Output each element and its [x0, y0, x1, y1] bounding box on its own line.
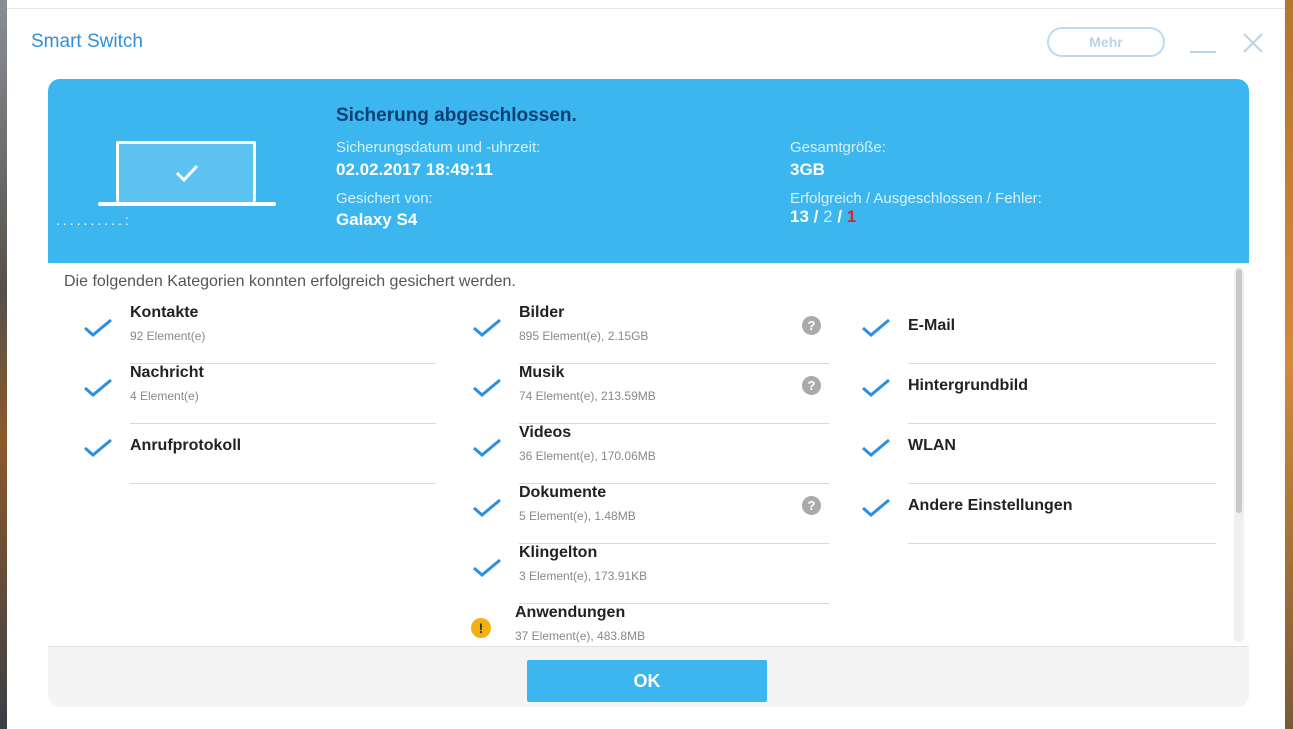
list-item-bilder: Bilder 895 Element(e), 2.15GB ?: [471, 304, 851, 364]
item-name: WLAN: [908, 437, 956, 454]
item-detail: 895 Element(e), 2.15GB: [519, 329, 649, 343]
item-name: Nachricht: [130, 364, 204, 381]
date-label: Sicherungsdatum und -uhrzeit:: [336, 139, 541, 156]
list-item-email: E-Mail: [860, 304, 1220, 364]
progress-dots: ..........:: [56, 212, 132, 228]
check-icon: [473, 378, 501, 397]
list-item-andere-einstellungen: Andere Einstellungen: [860, 484, 1220, 544]
item-detail: 74 Element(e), 213.59MB: [519, 389, 656, 403]
check-icon: [862, 318, 890, 337]
check-icon: [862, 378, 890, 397]
desktop-edge-right: [1285, 0, 1293, 729]
divider: [130, 483, 436, 484]
minimize-button[interactable]: [1187, 31, 1217, 55]
item-name: Hintergrundbild: [908, 377, 1028, 394]
smart-switch-window: Smart Switch Mehr ..........: Sicherung …: [7, 8, 1285, 729]
list-item-videos: Videos 36 Element(e), 170.06MB: [471, 424, 851, 484]
check-icon: [473, 498, 501, 517]
category-list[interactable]: Die folgenden Kategorien konnten erfolgr…: [48, 263, 1249, 646]
device-value: Galaxy S4: [336, 210, 418, 229]
device-label: Gesichert von:: [336, 190, 433, 207]
help-icon[interactable]: ?: [802, 496, 821, 515]
date-value: 02.02.2017 18:49:11: [336, 160, 493, 179]
scrollbar-thumb[interactable]: [1236, 269, 1242, 513]
item-name: E-Mail: [908, 317, 956, 334]
check-icon: [84, 378, 112, 397]
item-name: Musik: [519, 364, 565, 381]
list-item-hintergrundbild: Hintergrundbild: [860, 364, 1220, 424]
laptop-icon: [116, 141, 256, 202]
size-value: 3GB: [790, 160, 825, 179]
list-item-klingelton: Klingelton 3 Element(e), 173.91KB: [471, 544, 851, 604]
dialog-footer: OK: [48, 646, 1249, 707]
item-name: Videos: [519, 424, 572, 441]
size-label: Gesamtgröße:: [790, 139, 886, 156]
close-button[interactable]: [1239, 29, 1267, 57]
list-item-nachricht: Nachricht 4 Element(e): [82, 364, 436, 424]
backup-status: Sicherung abgeschlossen.: [336, 105, 577, 126]
item-name: Klingelton: [519, 544, 598, 561]
divider: [908, 543, 1216, 544]
summary-header: ..........: Sicherung abgeschlossen. Sic…: [48, 79, 1249, 263]
check-icon: [473, 438, 501, 457]
check-icon: [862, 498, 890, 517]
item-detail: 3 Element(e), 173.91KB: [519, 569, 648, 583]
desktop-edge-left: [0, 0, 7, 729]
warning-icon: !: [471, 618, 491, 638]
check-icon: [862, 438, 890, 457]
list-item-kontakte: Kontakte 92 Element(e): [82, 304, 436, 364]
item-name: Bilder: [519, 304, 565, 321]
check-icon: [473, 558, 501, 577]
list-item-anrufprotokoll: Anrufprotokoll: [82, 424, 436, 484]
item-name: Andere Einstellungen: [908, 497, 1073, 514]
item-detail: 92 Element(e): [130, 329, 206, 343]
item-detail: 5 Element(e), 1.48MB: [519, 509, 636, 523]
item-name: Kontakte: [130, 304, 199, 321]
counts-label: Erfolgreich / Ausgeschlossen / Fehler:: [790, 190, 1042, 207]
window-title: Smart Switch: [31, 31, 143, 52]
backup-result-dialog: ..........: Sicherung abgeschlossen. Sic…: [48, 79, 1249, 707]
item-detail: 37 Element(e), 483.8MB: [515, 629, 646, 643]
excluded-count: 2: [823, 207, 833, 226]
intro-text: Die folgenden Kategorien konnten erfolgr…: [64, 273, 516, 290]
item-detail: 36 Element(e), 170.06MB: [519, 449, 656, 463]
close-icon: [1243, 33, 1263, 53]
item-name: Dokumente: [519, 484, 607, 501]
ok-button[interactable]: OK: [527, 660, 767, 702]
check-icon: [84, 318, 112, 337]
more-button[interactable]: Mehr: [1047, 27, 1165, 57]
counts-value: 13 / 2 / 1: [790, 207, 857, 226]
list-item-dokumente: Dokumente 5 Element(e), 1.48MB ?: [471, 484, 851, 544]
check-icon: [175, 164, 199, 183]
list-item-anwendungen: ! Anwendungen 37 Element(e), 483.8MB: [471, 604, 851, 646]
laptop-base: [98, 202, 276, 206]
list-item-musik: Musik 74 Element(e), 213.59MB ?: [471, 364, 851, 424]
success-count: 13: [790, 207, 809, 226]
item-name: Anrufprotokoll: [130, 437, 242, 454]
error-count: 1: [846, 207, 857, 226]
help-icon[interactable]: ?: [802, 376, 821, 395]
item-name: Anwendungen: [515, 604, 626, 621]
item-detail: 4 Element(e): [130, 389, 199, 403]
list-item-wlan: WLAN: [860, 424, 1220, 484]
help-icon[interactable]: ?: [802, 316, 821, 335]
check-icon: [473, 318, 501, 337]
check-icon: [84, 438, 112, 457]
